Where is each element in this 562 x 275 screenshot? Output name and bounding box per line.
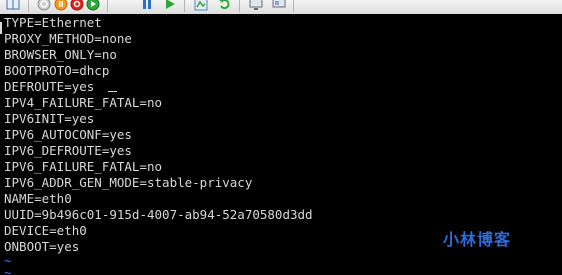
play-icon[interactable] bbox=[163, 0, 177, 11]
unity-icon[interactable] bbox=[272, 0, 286, 11]
toolbar-separator bbox=[107, 0, 108, 12]
console-view-icon[interactable] bbox=[6, 0, 20, 11]
pause-icon[interactable] bbox=[140, 0, 154, 11]
config-line: IPV6_ADDR_GEN_MODE=stable-privacy bbox=[4, 175, 253, 190]
config-line: ONBOOT=yes bbox=[4, 239, 80, 254]
watermark-logo: 小林博客 bbox=[443, 230, 512, 249]
empty-line-tilde: ~ bbox=[4, 265, 12, 275]
toolbar-separator bbox=[239, 0, 240, 12]
toolbar-separator bbox=[28, 0, 29, 12]
config-line: IPV6INIT=yes bbox=[4, 111, 95, 126]
config-line: BROWSER_ONLY=no bbox=[4, 47, 117, 62]
power-off-icon[interactable] bbox=[37, 0, 51, 11]
power-on-icon[interactable] bbox=[86, 0, 100, 11]
snapshot-icon[interactable] bbox=[194, 0, 208, 11]
config-line: IPV6_DEFROUTE=yes bbox=[4, 143, 132, 158]
config-line: DEFROUTE=yes bbox=[4, 79, 95, 94]
config-line: TYPE=Ethernet bbox=[4, 15, 102, 30]
config-line: DEVICE=eth0 bbox=[4, 223, 87, 238]
cursor-underline bbox=[108, 91, 117, 92]
stop-icon[interactable] bbox=[70, 0, 84, 11]
toolbar-separator bbox=[184, 0, 185, 12]
config-line: PROXY_METHOD=none bbox=[4, 31, 132, 46]
config-line: IPV4_FAILURE_FATAL=no bbox=[4, 95, 163, 110]
suspend-icon[interactable] bbox=[54, 0, 68, 11]
text-caret bbox=[0, 22, 2, 34]
vm-console-window: TYPE=Ethernet PROXY_METHOD=none BROWSER_… bbox=[0, 0, 562, 275]
revert-icon[interactable] bbox=[218, 0, 232, 11]
config-line: UUID=9b496c01-915d-4007-ab94-52a70580d3d… bbox=[4, 207, 313, 222]
config-line: IPV6_FAILURE_FATAL=no bbox=[4, 159, 163, 174]
config-line: IPV6_AUTOCONF=yes bbox=[4, 127, 132, 142]
config-line: NAME=eth0 bbox=[4, 191, 72, 206]
fullscreen-icon[interactable] bbox=[249, 0, 263, 11]
toolbar-separator bbox=[293, 0, 294, 12]
config-line: BOOTPROTO=dhcp bbox=[4, 63, 110, 78]
